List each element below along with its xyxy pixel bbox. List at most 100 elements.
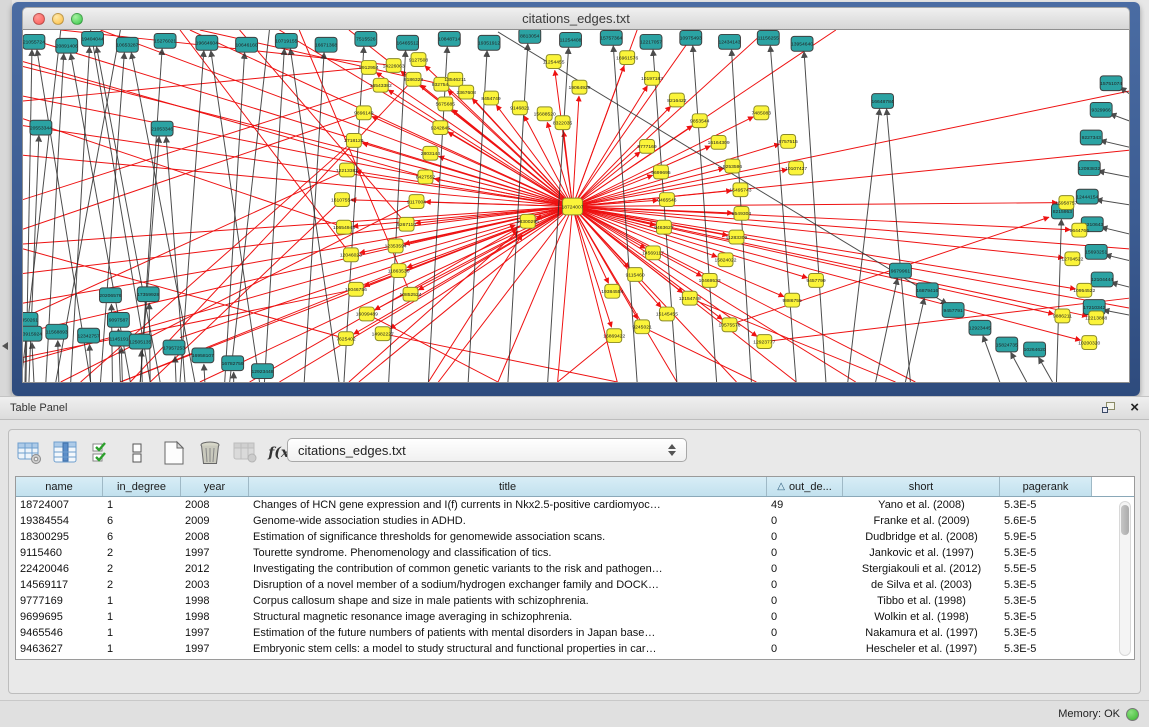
graph-node-selected[interactable]: 9886211 <box>1053 309 1072 323</box>
graph-node-selected[interactable]: 9896149 <box>354 106 374 120</box>
column-header-in_degree[interactable]: in_degree <box>103 477 181 496</box>
table-row[interactable]: 1938455462009Genome-wide association stu… <box>16 513 1134 529</box>
graph-node[interactable]: 10719155 <box>275 33 297 48</box>
column-header-short[interactable]: short <box>843 477 1000 496</box>
graph-node-selected[interactable]: 9245021 <box>632 320 652 334</box>
close-window-icon[interactable] <box>33 13 45 25</box>
graph-node-selected[interactable]: 10575576 <box>719 318 741 332</box>
table-row[interactable]: 946554611997Estimation of the future num… <box>16 625 1134 641</box>
graph-node[interactable]: 9457791 <box>942 303 964 318</box>
graph-node-selected[interactable]: 9777169 <box>637 139 657 153</box>
graph-node[interactable]: 9227343 <box>1080 130 1102 145</box>
delete-table-icon[interactable] <box>195 439 225 467</box>
graph-node[interactable]: 10848714 <box>438 31 460 46</box>
graph-node[interactable]: 12923445 <box>969 320 991 335</box>
graph-node-selected[interactable]: 9146821 <box>510 101 530 115</box>
table-scrollbar[interactable] <box>1119 501 1131 656</box>
graph-node-selected[interactable]: 12704522 <box>1061 252 1083 266</box>
network-table-select[interactable]: citations_edges.txt <box>287 438 687 462</box>
graph-node[interactable]: 8813054 <box>519 30 541 43</box>
graph-node[interactable]: 11156255 <box>757 30 779 45</box>
graph-node-selected[interactable]: 10197183 <box>641 71 663 85</box>
graph-node[interactable]: 12923448 <box>251 364 273 379</box>
graph-node-selected[interactable]: 10654948 <box>333 220 355 234</box>
graph-node-selected[interactable]: 8427552 <box>416 170 436 184</box>
graph-node-selected[interactable]: 9886755 <box>782 293 802 307</box>
graph-node[interactable]: 12444154 <box>1076 189 1098 204</box>
graph-node[interactable]: 9329966 <box>1090 102 1112 117</box>
graph-node-selected[interactable]: 9253596 <box>723 159 743 173</box>
graph-node[interactable]: 17957253 <box>163 340 185 355</box>
graph-node-selected[interactable]: 11863530 <box>388 264 410 278</box>
graph-node[interactable]: 19351912 <box>478 35 500 50</box>
graph-node[interactable]: 15693251 <box>1085 244 1107 259</box>
graph-node[interactable]: 9679961 <box>890 263 912 278</box>
graph-node-selected[interactable]: 9699695 <box>651 165 671 179</box>
table-scrollbar-thumb[interactable] <box>1121 505 1129 535</box>
graph-node-selected[interactable]: 9644766 <box>1070 223 1090 237</box>
rows-icon[interactable] <box>123 439 153 467</box>
graph-node-selected[interactable]: 9115460 <box>626 268 645 282</box>
float-panel-icon[interactable] <box>1102 402 1116 414</box>
graph-node-selected[interactable]: 2718126 <box>344 134 364 148</box>
graph-node[interactable]: 16648784 <box>872 94 894 109</box>
graph-node[interactable]: 16879416 <box>916 283 938 298</box>
graph-node-selected[interactable]: 16099489 <box>356 307 378 321</box>
graph-node-selected[interactable]: 9853544 <box>690 114 710 128</box>
table-row[interactable]: 969969511998Structural magnetic resonanc… <box>16 609 1134 625</box>
graph-node-selected[interactable]: 15958757 <box>1055 196 1077 210</box>
column-header-out_de[interactable]: △out_de... <box>767 477 843 496</box>
column-header-name[interactable]: name <box>16 477 103 496</box>
new-table-icon[interactable] <box>159 439 189 467</box>
graph-node-selected[interactable]: 9465546 <box>657 193 677 207</box>
graph-node-selected[interactable]: 12923777 <box>753 335 775 349</box>
graph-node[interactable]: 16958107 <box>192 348 214 363</box>
graph-node-selected[interactable]: 11254455 <box>543 55 565 69</box>
graph-node-selected[interactable]: 12353594 <box>385 239 407 253</box>
graph-node[interactable]: 20553344 <box>30 120 52 135</box>
graph-node[interactable]: 17350261 <box>22 312 38 327</box>
graph-node-selected[interactable]: 8912954 <box>359 61 379 75</box>
graph-node-selected[interactable]: 8549304 <box>732 206 752 220</box>
graph-node-selected[interactable]: 5675685 <box>436 97 456 111</box>
graph-node-selected[interactable]: 15688520 <box>534 107 556 121</box>
table-row[interactable]: 911546021997Tourette syndrome. Phenomeno… <box>16 545 1134 561</box>
graph-node-selected[interactable]: 9127508 <box>409 53 429 67</box>
column-header-title[interactable]: title <box>249 477 767 496</box>
graph-node-selected[interactable]: 16107554 <box>331 193 353 207</box>
graph-node-selected[interactable]: 12046023 <box>340 248 362 262</box>
graph-node[interactable]: 15757364 <box>600 30 622 45</box>
graph-node[interactable]: 10653287 <box>116 37 138 52</box>
graph-node[interactable]: 19404044 <box>82 31 104 46</box>
network-window-titlebar[interactable]: citations_edges.txt <box>22 7 1130 30</box>
graph-node[interactable]: 10264620 <box>1024 342 1046 357</box>
graph-node[interactable]: 12093832 <box>1078 161 1100 176</box>
graph-node-selected[interactable]: 16164309 <box>708 136 730 150</box>
graph-node[interactable]: 13954640 <box>791 36 813 51</box>
graph-node-selected[interactable]: 15145455 <box>656 307 678 321</box>
graph-node[interactable]: 16671368 <box>315 37 337 52</box>
network-graph-canvas[interactable]: 2105572420891406194040441065328715276021… <box>22 30 1130 383</box>
graph-node-selected[interactable]: 13546211 <box>444 72 466 86</box>
graph-node[interactable]: 16465512 <box>397 35 419 50</box>
zoom-window-icon[interactable] <box>71 13 83 25</box>
graph-node-selected[interactable]: 9457799 <box>806 274 826 288</box>
graph-node-selected[interactable]: 9242845 <box>431 121 451 135</box>
table-row[interactable]: 1830029562008Estimation of significance … <box>16 529 1134 545</box>
graph-node-selected[interactable]: 10200320 <box>1078 336 1100 350</box>
graph-node-selected[interactable]: 14226063 <box>383 59 405 73</box>
graph-node-selected[interactable]: 9463627 <box>654 220 674 234</box>
graph-node[interactable]: 12342757 <box>78 328 100 343</box>
graph-node[interactable]: 21055724 <box>23 34 45 49</box>
table-row[interactable]: 1872400712008Changes of HCN gene express… <box>16 497 1134 513</box>
graph-node[interactable]: 13915924 <box>22 326 42 341</box>
graph-node-selected[interactable]: 10107427 <box>785 161 807 175</box>
column-select-icon[interactable] <box>51 439 81 467</box>
graph-node-selected[interactable]: 8216422 <box>667 93 687 107</box>
memory-ok-indicator-icon[interactable] <box>1126 708 1139 721</box>
graph-node[interactable]: 11254408 <box>560 32 582 47</box>
graph-node-selected[interactable]: 12154748 <box>679 291 701 305</box>
graph-node[interactable]: 10975493 <box>680 30 702 45</box>
graph-node-selected[interactable]: 10469533 <box>699 274 721 288</box>
graph-node[interactable]: 20891406 <box>56 38 78 53</box>
